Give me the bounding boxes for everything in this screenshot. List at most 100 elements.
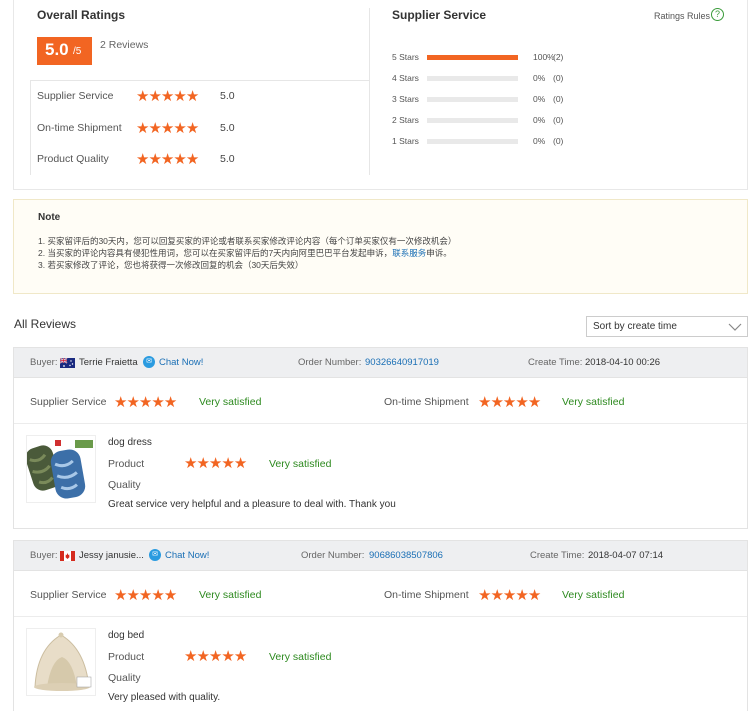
satisfaction-text: Very satisfied [562,396,625,408]
create-time-label: Create Time: [530,550,585,561]
star-icon: ★ [148,87,161,105]
distribution-percent: 0% [533,115,546,125]
chat-now-link[interactable]: Chat Now! [165,550,209,561]
star-icon: ★ [490,587,503,604]
sort-select-value: Sort by create time [593,321,677,332]
distribution-count: (0) [553,136,564,146]
star-rating: ★ ★ ★ ★ ★ [478,394,541,411]
review-header: Buyer: Jessy janusie... ✉ Chat Now! Orde… [14,541,747,571]
review-comment: Great service very helpful and a pleasur… [108,499,396,510]
on-time-shipment-rating: On-time Shipment ★ ★ ★ ★ ★ Very satisfied [384,588,704,604]
note-line-2-end: 申诉。 [426,248,452,258]
star-icon: ★ [185,87,199,105]
dimension-value: 5.0 [220,90,235,102]
star-rating: ★ ★ ★ ★ ★ [114,587,177,604]
dimension-label: Supplier Service [37,90,114,102]
star-icon: ★ [502,587,516,604]
star-icon: ★ [163,587,177,604]
star-icon: ★ [527,587,541,604]
review-comment: Very pleased with quality. [108,692,221,703]
on-time-shipment-rating: On-time Shipment ★ ★ ★ ★ ★ Very satisfied [384,395,704,411]
star-icon: ★ [221,648,234,665]
note-line-3: 3. 若买家修改了评论，您也将获得一次修改回复的机会（30天后失效） [38,260,304,270]
product-name[interactable]: dog bed [108,630,144,641]
distribution-bar [427,76,518,81]
star-level-label: 4 Stars [392,73,419,83]
sort-select[interactable]: Sort by create time [586,316,748,337]
overall-score-suffix: /5 [73,46,82,57]
star-icon: ★ [160,150,174,168]
product-quality-label: Quality [108,479,141,491]
chat-icon[interactable]: ✉ [143,356,155,368]
star-level-label: 3 Stars [392,94,419,104]
distribution-bar [427,55,518,60]
review-card: Buyer: Terrie Fraietta ✉ Chat Now! Order… [13,347,748,529]
star-icon: ★ [151,394,164,411]
create-time-value: 2018-04-10 00:26 [585,357,661,368]
star-icon: ★ [502,394,516,411]
overall-ratings-title: Overall Ratings [37,8,126,22]
buyer-label: Buyer: [30,550,58,561]
all-reviews-title: All Reviews [14,317,77,331]
distribution-bar-fill [427,55,518,60]
divider [14,423,747,424]
question-circle-icon[interactable]: ? [711,8,724,21]
product-thumbnail-dog-bed[interactable] [26,628,96,696]
star-icon: ★ [490,394,503,411]
contact-service-link[interactable]: 联系服务 [392,248,426,258]
chat-icon[interactable]: ✉ [149,549,161,561]
buyer-name: Terrie Fraietta [79,357,138,368]
dimension-label: On-time Shipment [37,122,122,134]
star-rating: ★ ★ ★ ★ ★ [478,587,541,604]
overall-score-badge: 5.0 /5 [37,37,92,65]
order-number-label: Order Number: [298,357,362,368]
dimension-value: 5.0 [220,153,235,165]
note-line-2: 2. 当买家的评论内容具有侵犯性用词，您可以在买家留评后的7天内向阿里巴巴平台发… [38,247,452,259]
order-number-link[interactable]: 90326640917019 [365,357,439,368]
product-image [34,632,92,691]
distribution-count: (0) [553,94,564,104]
star-icon: ★ [208,455,222,472]
star-icon: ★ [233,648,247,665]
buyer-name: Jessy janusie... [79,550,144,561]
rating-label: On-time Shipment [384,396,469,408]
star-icon: ★ [148,119,161,137]
star-icon: ★ [196,648,209,665]
dimension-label: Product Quality [37,153,109,165]
star-icon: ★ [184,455,197,472]
distribution-percent: 0% [533,73,546,83]
product-quality-label: Product [108,458,145,470]
star-icon: ★ [196,455,209,472]
rating-label: Supplier Service [30,589,107,601]
rating-label: On-time Shipment [384,589,469,601]
satisfaction-text: Very satisfied [199,589,262,601]
star-icon: ★ [208,648,222,665]
star-rating: ★ ★ ★ ★ ★ [136,87,199,105]
supplier-service-rating: Supplier Service ★ ★ ★ ★ ★ Very satisfied [30,588,350,604]
order-number-link[interactable]: 90686038507806 [369,550,443,561]
divider [14,616,747,617]
distribution-count: (0) [553,115,564,125]
satisfaction-text: Very satisfied [562,589,625,601]
product-thumbnail-dog-dress[interactable] [26,435,96,503]
distribution-count: (2) [553,52,564,62]
ratings-rules-link[interactable]: Ratings Rules [654,11,710,21]
product-quality-label: Quality [108,672,141,684]
star-icon: ★ [184,648,197,665]
chevron-down-icon [728,323,742,331]
dimension-value: 5.0 [220,122,235,134]
star-icon: ★ [478,587,491,604]
distribution-bar [427,139,518,144]
star-icon: ★ [173,150,186,168]
product-name[interactable]: dog dress [108,437,152,448]
note-title: Note [38,212,61,223]
supplier-service-rating: Supplier Service ★ ★ ★ ★ ★ Very satisfied [30,395,350,411]
rating-label: Supplier Service [30,396,107,408]
star-icon: ★ [163,394,177,411]
distribution-percent: 0% [533,136,546,146]
distribution-percent: 100% [533,52,555,62]
star-icon: ★ [173,119,186,137]
star-icon: ★ [136,119,149,137]
chat-now-link[interactable]: Chat Now! [159,357,203,368]
star-icon: ★ [138,394,152,411]
